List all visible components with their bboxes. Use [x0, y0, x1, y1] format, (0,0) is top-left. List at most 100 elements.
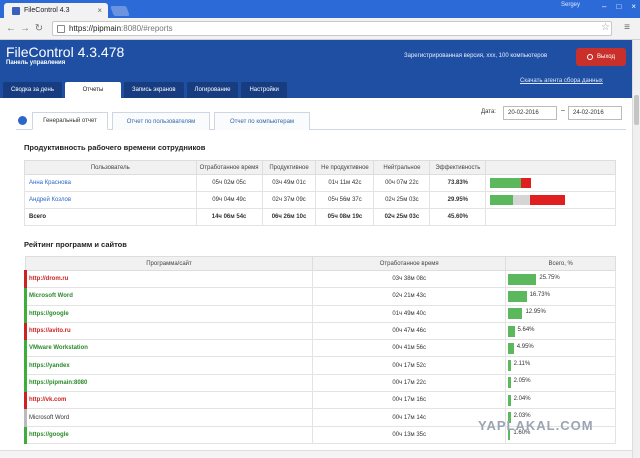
percent-bar: 2.04%	[506, 394, 615, 406]
percent-value: 5.64%	[517, 326, 535, 333]
site-name[interactable]: https://yandex	[23, 356, 314, 375]
lock-icon	[57, 24, 65, 33]
forward-icon[interactable]: →	[18, 23, 32, 34]
scrollbar-thumb[interactable]	[634, 95, 639, 125]
cell-worked: 05ч 02м 05с	[195, 174, 263, 192]
cell-percent: 4.95%	[505, 339, 616, 358]
efficiency-bar-green	[490, 178, 521, 188]
col-worked-time[interactable]: Отработанное время	[312, 256, 507, 271]
window-controls: – □ ×	[602, 2, 636, 11]
cell-nonproductive: 05ч 56м 37с	[315, 191, 375, 209]
table-row: Андрей Козлов 09ч 04м 49с 02ч 37м 09с 05…	[24, 191, 616, 209]
tab-daily-summary[interactable]: Сводка за день	[3, 82, 62, 98]
date-from-input[interactable]: 20-02-2016	[503, 106, 557, 120]
url-path: :8080/#reports	[121, 24, 173, 33]
col-percent[interactable]: Всего, %	[505, 256, 616, 271]
col-neutral[interactable]: Нейтральное	[373, 160, 431, 175]
browser-tab[interactable]: FileControl 4.3 ×	[4, 3, 108, 18]
percent-value: 2.05%	[513, 378, 531, 385]
cell-time: 00ч 47м 46с	[312, 321, 507, 341]
reload-icon[interactable]: ↻	[32, 23, 46, 34]
cell-time: 02ч 21м 43с	[312, 287, 507, 306]
power-icon	[587, 54, 594, 60]
site-name[interactable]: Microsoft Word	[23, 287, 314, 306]
status-bar	[0, 450, 632, 458]
table-header-row: Пользователь Отработанное время Продукти…	[24, 160, 616, 175]
site-name[interactable]: http://drom.ru	[23, 269, 314, 289]
efficiency-bar-red	[530, 195, 565, 205]
percent-bar-fill	[508, 377, 511, 389]
col-worked[interactable]: Отработанное время	[195, 160, 263, 175]
site-name[interactable]: http://vk.com	[23, 391, 314, 410]
cell-neutral: 02ч 25м 03с	[373, 191, 431, 209]
efficiency-bar	[490, 195, 611, 205]
table-row: https://pipmain:8080 00ч 17м 22с 2.05%	[23, 373, 616, 393]
site-name[interactable]: Microsoft Word	[23, 408, 314, 427]
browser-tab-title: FileControl 4.3	[24, 7, 70, 14]
site-name[interactable]: VMware Workstation	[23, 339, 314, 358]
ranking-title: Рейтинг программ и сайтов	[24, 240, 127, 249]
percent-bar: 16.73%	[506, 290, 615, 302]
percent-bar-fill	[508, 273, 537, 285]
percent-value: 12.95%	[525, 309, 546, 316]
browser-menu-icon[interactable]: ≡	[624, 22, 630, 33]
cell-percent: 25.75%	[505, 269, 616, 289]
percent-value: 2.11%	[513, 361, 531, 368]
address-bar[interactable]: https://pipmain:8080/#reports	[52, 21, 612, 36]
percent-value: 4.95%	[516, 343, 534, 350]
col-user[interactable]: Пользователь	[24, 160, 197, 175]
cell-time: 00ч 17м 14с	[312, 408, 507, 427]
refresh-icon[interactable]	[18, 116, 27, 125]
percent-bar: 25.75%	[506, 273, 615, 285]
efficiency-bar-gray	[512, 195, 531, 205]
download-agent-link[interactable]: Скачать агента сбора данных	[520, 78, 603, 84]
tab-settings[interactable]: Настройки	[241, 82, 287, 98]
col-program[interactable]: Программа/сайт	[24, 256, 314, 271]
tab-screen-recording[interactable]: Запись экранов	[123, 82, 184, 98]
site-name[interactable]: https://avito.ru	[23, 321, 314, 341]
cell-time: 01ч 49м 40с	[312, 304, 507, 323]
site-name[interactable]: https://google	[23, 425, 314, 444]
table-row: http://vk.com 00ч 17м 16с 2.04%	[23, 391, 616, 410]
tab-logging[interactable]: Логирование	[186, 82, 239, 98]
total-row: Всего 14ч 06м 54с 06ч 26м 10с 05ч 08м 19…	[24, 208, 616, 226]
bookmark-star-icon[interactable]: ☆	[601, 22, 610, 33]
logout-label: Выход	[597, 54, 615, 60]
close-window-icon[interactable]: ×	[631, 2, 636, 11]
percent-bar: 5.64%	[506, 325, 615, 337]
subtab-general-report[interactable]: Генеральный отчет	[32, 112, 108, 130]
back-icon[interactable]: ←	[4, 23, 18, 34]
percent-bar-fill	[508, 290, 527, 302]
cell-time: 03ч 38м 08с	[312, 269, 507, 289]
percent-bar-fill	[508, 308, 523, 320]
minimize-icon[interactable]: –	[602, 2, 606, 11]
ranking-table: Программа/сайт Отработанное время Всего,…	[23, 256, 616, 444]
subtab-by-computers[interactable]: Отчет по компьютерам	[214, 112, 310, 130]
maximize-icon[interactable]: □	[616, 2, 621, 11]
close-tab-icon[interactable]: ×	[97, 6, 102, 15]
col-efficiency[interactable]: Эффективность	[429, 160, 487, 175]
site-name[interactable]: https://pipmain:8080	[23, 373, 314, 393]
date-to-input[interactable]: 24-02-2016	[568, 106, 622, 120]
cell-percent: 2.04%	[505, 391, 616, 410]
logout-button[interactable]: Выход	[576, 48, 626, 66]
favicon-icon	[12, 6, 20, 15]
col-productive[interactable]: Продуктивное	[261, 160, 317, 175]
total-productive: 06ч 26м 10с	[261, 208, 317, 226]
total-nonproductive: 05ч 08м 19с	[315, 208, 375, 226]
user-link[interactable]: Андрей Козлов	[24, 191, 197, 209]
url-host: https://pipmain	[69, 24, 122, 33]
user-link[interactable]: Анна Краснова	[24, 174, 197, 192]
percent-bar-fill	[508, 342, 514, 354]
col-nonproductive[interactable]: Не продуктивное	[315, 160, 375, 175]
cell-time: 00ч 13м 35с	[312, 425, 507, 444]
site-name[interactable]: https://google	[23, 304, 314, 323]
subtab-by-users[interactable]: Отчет по пользователям	[112, 112, 210, 130]
tab-reports[interactable]: Отчеты	[64, 82, 121, 98]
browser-user[interactable]: Sergey	[561, 2, 580, 8]
cell-percent: 16.73%	[505, 287, 616, 306]
page-scrollbar[interactable]	[632, 40, 640, 458]
new-tab-button[interactable]	[110, 6, 130, 16]
percent-value: 16.73%	[529, 291, 550, 298]
efficiency-bar-green	[490, 195, 513, 205]
